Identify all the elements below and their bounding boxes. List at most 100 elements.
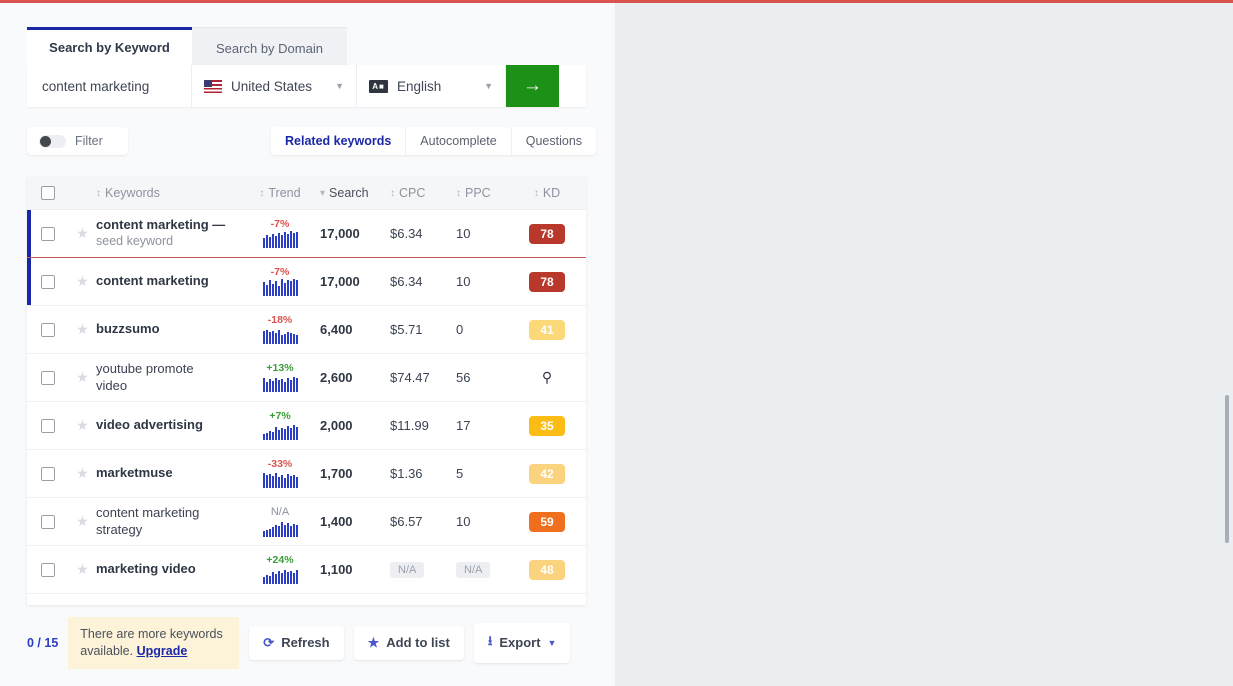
col-search[interactable]: ▾ Search bbox=[314, 186, 382, 200]
search-volume: 17,000 bbox=[320, 226, 360, 241]
keyword-name[interactable]: content marketing strategy bbox=[96, 505, 199, 538]
table-row[interactable]: ★ buzzsumo -18% 6,400 $5.71 0 41 bbox=[27, 306, 586, 354]
trend-cell: +24% bbox=[246, 555, 314, 585]
star-icon[interactable]: ★ bbox=[76, 513, 89, 530]
table-row[interactable]: ★ content marketing -7% 17,000 $6.34 10 78 bbox=[27, 258, 586, 306]
refresh-button[interactable]: ⟳ Refresh bbox=[249, 625, 344, 660]
export-button[interactable]: ⭳ Export ▼ bbox=[473, 622, 571, 663]
keywords-table: ↕ Keywords ↕ Trend ▾ Search ↕ CPC ↕ PPC … bbox=[27, 177, 586, 605]
keyword-name[interactable]: youtube promote video bbox=[96, 361, 194, 394]
filter-toggle[interactable]: Filter bbox=[27, 127, 128, 155]
keyword-name[interactable]: buzzsumo bbox=[96, 321, 160, 337]
star-icon[interactable]: ★ bbox=[76, 561, 89, 578]
kd-cell: 41 bbox=[508, 319, 586, 340]
add-to-list-button[interactable]: ★ Add to list bbox=[353, 625, 464, 660]
trend-cell: -18% bbox=[246, 315, 314, 345]
sort-desc-icon: ▾ bbox=[320, 187, 326, 199]
kd-cell: 48 bbox=[508, 559, 586, 580]
row-checkbox[interactable] bbox=[41, 514, 55, 529]
add-to-list-label: Add to list bbox=[386, 635, 450, 651]
search-volume: 1,100 bbox=[320, 562, 353, 577]
col-ppc[interactable]: ↕ PPC bbox=[448, 186, 508, 200]
col-cpc[interactable]: ↕ CPC bbox=[382, 186, 448, 200]
row-checkbox[interactable] bbox=[41, 562, 55, 577]
table-row[interactable]: ★ marketmuse -33% 1,700 $1.36 5 42 bbox=[27, 450, 586, 498]
selection-count: 0 / 15 bbox=[27, 635, 59, 650]
kd-cell: 78 bbox=[508, 223, 586, 244]
ppc-cell: 5 bbox=[456, 466, 464, 481]
row-checkbox[interactable] bbox=[41, 418, 55, 433]
row-checkbox[interactable] bbox=[41, 466, 55, 481]
trend-sparkline bbox=[262, 374, 298, 393]
row-checkbox[interactable] bbox=[41, 370, 55, 385]
trend-sparkline bbox=[262, 422, 298, 441]
star-icon[interactable]: ★ bbox=[76, 273, 89, 290]
cpc-cell: $6.34 bbox=[390, 274, 423, 289]
trend-cell: N/A bbox=[246, 506, 314, 537]
col-trend[interactable]: ↕ Trend bbox=[246, 186, 314, 200]
refresh-label: Refresh bbox=[281, 635, 330, 651]
row-checkbox[interactable] bbox=[41, 274, 55, 289]
ppc-cell: 10 bbox=[456, 514, 471, 529]
cpc-cell: $1.36 bbox=[390, 466, 423, 481]
sort-icon: ↕ bbox=[259, 187, 265, 199]
trend-percent: +24% bbox=[266, 553, 294, 566]
ppc-cell: 0 bbox=[456, 322, 464, 337]
upgrade-link[interactable]: Upgrade bbox=[137, 644, 188, 658]
trend-cell: -33% bbox=[246, 459, 314, 489]
sort-icon: ↕ bbox=[390, 187, 395, 199]
country-select[interactable]: United States ▼ bbox=[192, 65, 357, 107]
chevron-down-icon: ▼ bbox=[547, 637, 557, 648]
star-icon[interactable]: ★ bbox=[76, 369, 89, 386]
tab-autocomplete[interactable]: Autocomplete bbox=[405, 127, 510, 155]
col-trend-label: Trend bbox=[268, 186, 301, 200]
keyword-name[interactable]: content marketing bbox=[96, 273, 209, 289]
trend-sparkline bbox=[262, 326, 298, 345]
col-cpc-label: CPC bbox=[399, 186, 426, 200]
search-input[interactable]: content marketing bbox=[27, 65, 192, 107]
search-volume: 1,400 bbox=[320, 514, 353, 529]
keyword-name[interactable]: marketing video bbox=[96, 561, 196, 577]
search-submit-button[interactable]: → bbox=[506, 65, 559, 107]
tab-search-by-keyword[interactable]: Search by Keyword bbox=[27, 27, 192, 65]
star-icon[interactable]: ★ bbox=[76, 417, 89, 434]
serp-scrollbar[interactable] bbox=[1225, 395, 1229, 543]
keyword-name[interactable]: content marketing — seed keyword bbox=[96, 217, 225, 250]
trend-sparkline bbox=[262, 566, 298, 585]
toggle-switch-icon bbox=[39, 134, 66, 148]
filter-label: Filter bbox=[75, 134, 103, 148]
keywords-table-header: ↕ Keywords ↕ Trend ▾ Search ↕ CPC ↕ PPC … bbox=[27, 177, 586, 210]
col-kd[interactable]: ↕ KD bbox=[508, 186, 586, 200]
star-icon[interactable]: ★ bbox=[76, 225, 89, 242]
table-row[interactable]: ★ youtube promote video +13% 2,600 $74.47 56 ⚲ bbox=[27, 354, 586, 402]
tab-questions[interactable]: Questions bbox=[510, 127, 596, 155]
select-all-checkbox[interactable] bbox=[41, 186, 55, 200]
search-icon[interactable]: ⚲ bbox=[542, 369, 552, 386]
keyword-name[interactable]: marketmuse bbox=[96, 465, 173, 481]
trend-percent: -18% bbox=[267, 313, 293, 326]
tab-related-keywords[interactable]: Related keywords bbox=[271, 127, 405, 155]
search-volume: 1,700 bbox=[320, 466, 353, 481]
star-icon[interactable]: ★ bbox=[76, 321, 89, 338]
row-checkbox[interactable] bbox=[41, 322, 55, 337]
upsell-notice: There are more keywords available. Upgra… bbox=[68, 617, 240, 669]
tab-search-by-domain[interactable]: Search by Domain bbox=[192, 27, 347, 65]
row-checkbox[interactable] bbox=[41, 226, 55, 241]
table-row[interactable]: ★ video advertising +7% 2,000 $11.99 17 35 bbox=[27, 402, 586, 450]
trend-percent: -33% bbox=[267, 457, 293, 470]
trend-sparkline bbox=[262, 470, 298, 489]
star-icon: ★ bbox=[367, 634, 380, 650]
table-row[interactable]: ★ content marketing strategy N/A 1,400 $6.57 1… bbox=[27, 498, 586, 546]
trend-sparkline bbox=[262, 519, 298, 537]
language-select[interactable]: A■ English ▼ bbox=[357, 65, 506, 107]
table-row[interactable]: ★ content marketing — seed keyword -7% 17,00… bbox=[27, 210, 586, 258]
ppc-cell: 10 bbox=[456, 226, 471, 241]
col-keywords[interactable]: ↕ Keywords bbox=[96, 186, 246, 200]
search-volume: 2,600 bbox=[320, 370, 353, 385]
star-icon[interactable]: ★ bbox=[76, 465, 89, 482]
trend-cell: -7% bbox=[246, 219, 314, 249]
trend-percent: -7% bbox=[270, 265, 290, 278]
keyword-name[interactable]: video advertising bbox=[96, 417, 203, 433]
table-row[interactable]: ★ marketing video +24% 1,100 N/A N/A 48 bbox=[27, 546, 586, 594]
app-root: Search by Keyword Search by Domain conte… bbox=[0, 3, 1233, 686]
